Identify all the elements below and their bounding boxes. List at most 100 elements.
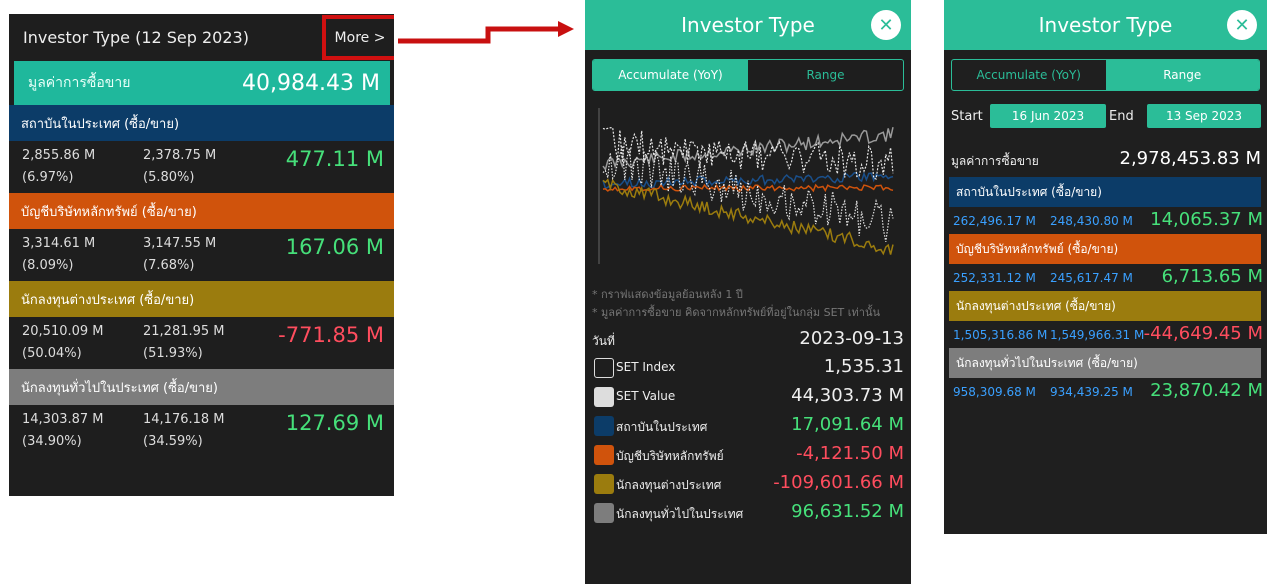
legend-row: บัญชีบริษัทหลักทรัพย์ -4,121.50 M	[592, 443, 904, 469]
buy-value: 2,855.86 M (6.97%)	[22, 148, 96, 185]
total-value-row: มูลค่าการซื้อขาย 40,984.43 M	[14, 61, 390, 105]
net-value: -771.85 M	[278, 323, 384, 347]
net-value: -44,649.45 M	[1143, 323, 1263, 344]
tab-range[interactable]: Range	[1105, 60, 1259, 90]
legend-swatch[interactable]	[594, 445, 614, 465]
legend-row: นักลงทุนทั่วไปในประเทศ 96,631.52 M	[592, 501, 904, 527]
legend-row: SET Index 1,535.31	[592, 356, 904, 382]
legend-name: SET Index	[616, 360, 676, 374]
legend-value: -4,121.50 M	[796, 443, 904, 464]
investor-category-header: นักลงทุนต่างประเทศ (ซื้อ/ขาย)	[9, 281, 394, 317]
tab-accumulate[interactable]: Accumulate (YoY)	[593, 60, 748, 90]
legend-value: 96,631.52 M	[791, 501, 904, 522]
sell-value: 1,549,966.31 M	[1050, 328, 1145, 342]
legend-swatch[interactable]	[594, 503, 614, 523]
net-value: 6,713.65 M	[1161, 266, 1263, 287]
legend-swatch[interactable]	[594, 416, 614, 436]
investor-type-accumulate-panel: Investor Type ✕ Accumulate (YoY) Range *…	[585, 0, 911, 584]
legend-value: 44,303.73 M	[791, 385, 904, 406]
legend-name: สถาบันในประเทศ	[616, 420, 708, 434]
buy-value: 3,314.61 M (8.09%)	[22, 236, 96, 273]
chart-series-line	[602, 145, 894, 242]
investor-values-row: 20,510.09 M (50.04%) 21,281.95 M (51.93%) -7…	[9, 317, 394, 369]
start-label: Start	[951, 109, 983, 124]
buy-value: 1,505,316.86 M	[953, 328, 1048, 342]
net-value: 23,870.42 M	[1150, 380, 1263, 401]
modal-title: Investor Type	[1038, 13, 1173, 37]
end-label: End	[1109, 109, 1134, 124]
modal-title: Investor Type	[681, 13, 815, 37]
investor-type-range-panel: Investor Type ✕ Accumulate (YoY) Range S…	[944, 0, 1267, 534]
legend-name: บัญชีบริษัทหลักทรัพย์	[616, 449, 724, 463]
total-value: 40,984.43 M	[242, 70, 380, 96]
panel-title: Investor Type (12 Sep 2023)	[23, 28, 249, 47]
investor-type-summary-panel: Investor Type (12 Sep 2023) More > มูลค่…	[9, 14, 394, 496]
sell-value: 2,378.75 M (5.80%)	[143, 148, 217, 185]
legend-value: -109,601.66 M	[773, 472, 904, 493]
sell-value: 3,147.55 M (7.68%)	[143, 236, 217, 273]
mode-toggle: Accumulate (YoY) Range	[592, 59, 904, 91]
buy-value: 262,496.17 M	[953, 214, 1036, 228]
investor-values-row: 14,303.87 M (34.90%) 14,176.18 M (34.59%) 12…	[9, 405, 394, 457]
investor-category-header: นักลงทุนทั่วไปในประเทศ (ซื้อ/ขาย)	[9, 369, 394, 405]
legend-swatch[interactable]	[594, 474, 614, 494]
investor-values-row: 958,309.68 M 934,439.25 M 23,870.42 M	[953, 379, 1263, 405]
sell-value: 934,439.25 M	[1050, 385, 1133, 399]
investor-category-header: นักลงทุนต่างประเทศ (ซื้อ/ขาย)	[949, 291, 1261, 321]
date-label: วันที่	[592, 334, 615, 348]
total-value: 2,978,453.83 M	[1119, 148, 1262, 169]
tab-range[interactable]: Range	[748, 60, 903, 90]
legend-name: นักลงทุนต่างประเทศ	[616, 478, 722, 492]
investor-values-row: 2,855.86 M (6.97%) 2,378.75 M (5.80%) 477.11…	[9, 141, 394, 193]
arrow-icon	[398, 21, 574, 44]
investor-values-row: 1,505,316.86 M 1,549,966.31 M -44,649.45 M	[953, 322, 1263, 348]
net-value: 127.69 M	[285, 411, 384, 435]
buy-value: 20,510.09 M (50.04%)	[22, 324, 104, 361]
investor-category-header: บัญชีบริษัทหลักทรัพย์ (ซื้อ/ขาย)	[9, 193, 394, 229]
investor-values-row: 252,331.12 M 245,617.47 M 6,713.65 M	[953, 265, 1263, 291]
investor-category-header: สถาบันในประเทศ (ซื้อ/ขาย)	[9, 105, 394, 141]
legend-value: 1,535.31	[823, 356, 904, 377]
modal-header: Investor Type ✕	[944, 0, 1267, 50]
close-icon[interactable]: ✕	[1227, 10, 1257, 40]
legend-row: นักลงทุนต่างประเทศ -109,601.66 M	[592, 472, 904, 498]
net-value: 477.11 M	[285, 147, 384, 171]
buy-value: 958,309.68 M	[953, 385, 1036, 399]
net-value: 167.06 M	[285, 235, 384, 259]
total-value-row: มูลค่าการซื้อขาย 2,978,453.83 M	[951, 148, 1261, 174]
end-date-picker[interactable]: 13 Sep 2023	[1147, 104, 1261, 128]
sell-value: 14,176.18 M (34.59%)	[143, 412, 225, 449]
date-range: Start 16 Jun 2023 End 13 Sep 2023	[951, 104, 1261, 130]
sell-value: 21,281.95 M (51.93%)	[143, 324, 225, 361]
legend-row: SET Value 44,303.73 M	[592, 385, 904, 411]
chart-series-line	[602, 127, 894, 172]
more-button[interactable]: More >	[322, 15, 394, 60]
legend-value: 17,091.64 M	[791, 414, 904, 435]
sell-value: 248,430.80 M	[1050, 214, 1133, 228]
investor-category-header: นักลงทุนทั่วไปในประเทศ (ซื้อ/ขาย)	[949, 348, 1261, 378]
note-history: * กราฟแสดงข้อมูลย้อนหลัง 1 ปี	[592, 288, 743, 301]
date-value: 2023-09-13	[799, 328, 904, 349]
investor-values-row: 262,496.17 M 248,430.80 M 14,065.37 M	[953, 208, 1263, 234]
legend-name: SET Value	[616, 389, 676, 403]
chart-series-line	[602, 127, 894, 180]
modal-header: Investor Type ✕	[585, 0, 911, 50]
total-value-label: มูลค่าการซื้อขาย	[28, 75, 131, 91]
legend-swatch[interactable]	[594, 358, 614, 378]
chart-notes: * กราฟแสดงข้อมูลย้อนหลัง 1 ปี * มูลค่ากา…	[592, 286, 880, 322]
legend-name: นักลงทุนทั่วไปในประเทศ	[616, 507, 744, 521]
tab-accumulate[interactable]: Accumulate (YoY)	[952, 60, 1106, 90]
trend-line-chart	[598, 108, 894, 264]
start-date-picker[interactable]: 16 Jun 2023	[990, 104, 1106, 128]
buy-value: 252,331.12 M	[953, 271, 1036, 285]
investor-category-header: สถาบันในประเทศ (ซื้อ/ขาย)	[949, 177, 1261, 207]
note-set-only: * มูลค่าการซื้อขาย คิดจากหลักทรัพย์ที่อย…	[592, 306, 880, 319]
close-icon[interactable]: ✕	[871, 10, 901, 40]
legend-swatch[interactable]	[594, 387, 614, 407]
net-value: 14,065.37 M	[1150, 209, 1263, 230]
investor-category-header: บัญชีบริษัทหลักทรัพย์ (ซื้อ/ขาย)	[949, 234, 1261, 264]
mode-toggle: Accumulate (YoY) Range	[951, 59, 1260, 91]
legend-row: สถาบันในประเทศ 17,091.64 M	[592, 414, 904, 440]
total-value-label: มูลค่าการซื้อขาย	[951, 154, 1039, 168]
buy-value: 14,303.87 M (34.90%)	[22, 412, 104, 449]
